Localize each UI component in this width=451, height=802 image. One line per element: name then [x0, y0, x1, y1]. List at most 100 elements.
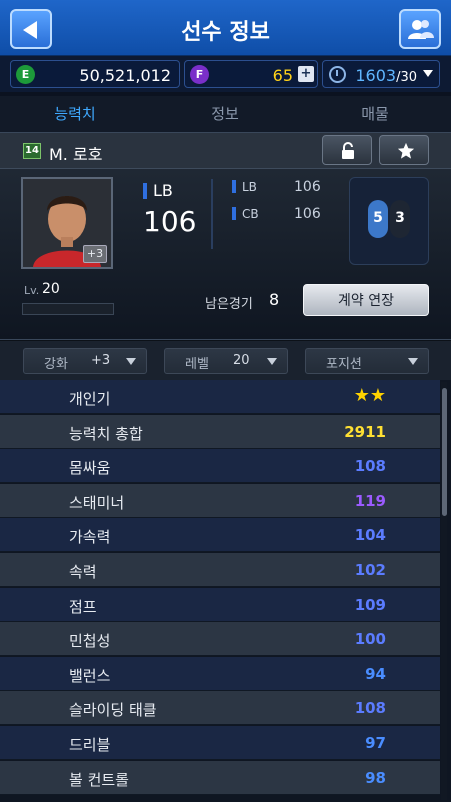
filter-bar: 강화 +3 레벨 20 포지션: [0, 340, 451, 380]
stat-value: 100: [354, 630, 386, 649]
level-value: 20: [42, 281, 60, 297]
stat-value: 119: [354, 491, 386, 510]
lock-button[interactable]: [322, 135, 372, 165]
e-currency-value: 50,521,012: [79, 66, 171, 85]
stat-name: 점프: [69, 597, 97, 616]
remaining-games-value: 8: [269, 290, 280, 309]
stat-row: 능력치 총합 2911: [0, 414, 440, 449]
position-color-bar: [143, 183, 147, 199]
stat-row: 드리블 97: [0, 726, 440, 760]
f-coin-icon: F: [190, 65, 209, 84]
chevron-down-icon: [408, 358, 418, 365]
e-coin-icon: E: [16, 65, 35, 84]
stat-row: 볼 컨트롤 98: [0, 760, 440, 795]
stat-name: 민첩성: [69, 632, 111, 651]
foot-ability-box: 5 3: [349, 177, 429, 265]
divider: [211, 179, 213, 249]
player-card-header: 14 M. 로호: [0, 133, 451, 169]
alt-position-1-value: 106: [294, 179, 321, 195]
stat-name: 드리블: [69, 736, 111, 754]
stat-name: 스태미너: [69, 493, 125, 512]
player-position: LB: [153, 181, 173, 200]
level-filter-label: 레벨: [185, 357, 209, 372]
stats-list[interactable]: 개인기 ★★ 능력치 총합 2911 몸싸움 108 스태미너 119 가속력 104 속력 102 점…: [0, 380, 451, 802]
tab-bar: 능력치 정보 매물: [0, 96, 451, 132]
remaining-games-label: 남은경기: [205, 297, 253, 312]
tab-market[interactable]: 매물: [300, 96, 450, 132]
scrollbar-thumb[interactable]: [442, 388, 447, 516]
stat-value: 102: [354, 561, 386, 579]
chevron-down-icon: [423, 70, 433, 77]
stat-row: 슬라이딩 태클 108: [0, 691, 440, 726]
position-filter[interactable]: 포지션: [305, 348, 429, 374]
level-progress-bar: [22, 303, 114, 315]
player-overall: 106: [143, 205, 197, 238]
stat-row: 속력 102: [0, 553, 440, 587]
stat-row: 개인기 ★★: [0, 380, 440, 414]
stat-name: 밸런스: [69, 666, 111, 685]
stat-row: 민첩성 100: [0, 622, 440, 657]
stat-value: 109: [354, 595, 386, 614]
favorite-button[interactable]: [379, 135, 429, 165]
alt-position-1: LB: [242, 180, 257, 194]
left-foot-icon: 5: [368, 200, 388, 238]
season-badge: 14: [23, 143, 41, 159]
player-card: 14 M. 로호 +3 LB 106 LB 106 CB 106 5 3 Lv.…: [0, 132, 451, 340]
stat-name: 개인기: [69, 390, 111, 408]
stat-row: 점프 109: [0, 587, 440, 622]
enhance-filter[interactable]: 강화 +3: [23, 348, 147, 374]
level-filter-value: 20: [233, 353, 250, 368]
left-foot-value: 5: [373, 210, 383, 226]
tab-info[interactable]: 정보: [150, 96, 300, 132]
enhance-filter-value: +3: [91, 353, 111, 368]
stat-value: 108: [354, 699, 386, 718]
enhance-filter-label: 강화: [44, 357, 68, 372]
level-filter[interactable]: 레벨 20: [164, 348, 288, 374]
stat-value: 97: [365, 734, 386, 752]
enhance-badge: +3: [83, 245, 107, 263]
chevron-down-icon: [267, 358, 277, 365]
alt-position-color-bar: [232, 180, 236, 193]
star-icon: [397, 142, 415, 159]
chevron-down-icon: [126, 358, 136, 365]
stat-name: 속력: [69, 563, 97, 581]
contract-extend-button[interactable]: 계약 연장: [303, 284, 429, 316]
stat-name: 슬라이딩 태클: [69, 701, 157, 720]
currency-bar: E 50,521,012 F 65 + 1603/30: [0, 56, 451, 92]
player-portrait: +3: [21, 177, 113, 269]
stat-name: 볼 컨트롤: [69, 770, 129, 789]
f-currency-value: 65: [272, 66, 293, 85]
stat-name: 가속력: [69, 528, 111, 547]
add-f-currency-button[interactable]: +: [298, 66, 314, 82]
alt-position-color-bar: [232, 207, 236, 220]
stat-value: ★★: [353, 385, 386, 406]
right-foot-icon: 3: [390, 200, 410, 238]
player-name: M. 로호: [49, 145, 103, 164]
friends-button[interactable]: [399, 9, 441, 49]
app-header: 선수 정보: [0, 0, 451, 56]
stat-value: 108: [354, 457, 386, 476]
energy-display[interactable]: 1603/30: [322, 60, 440, 88]
stat-name: 능력치 총합: [69, 424, 143, 443]
right-foot-value: 3: [395, 210, 405, 226]
f-currency: F 65 +: [184, 60, 318, 88]
stat-value: 94: [365, 664, 386, 683]
level-label: Lv.: [24, 284, 40, 297]
stat-row: 밸런스 94: [0, 656, 440, 691]
unlock-icon: [342, 142, 354, 159]
page-title: 선수 정보: [181, 20, 270, 45]
tab-abilities[interactable]: 능력치: [0, 96, 150, 132]
position-filter-label: 포지션: [326, 357, 362, 372]
clock-icon: [329, 66, 346, 83]
stat-value: 2911: [344, 422, 386, 441]
stat-value: 98: [365, 768, 386, 787]
stat-row: 몸싸움 108: [0, 449, 440, 484]
stat-row: 가속력 104: [0, 518, 440, 553]
stat-name: 몸싸움: [69, 459, 111, 478]
energy-value: 1603: [355, 66, 397, 85]
energy-max: /30: [396, 70, 417, 85]
e-currency: E 50,521,012: [10, 60, 180, 88]
stat-value: 104: [354, 526, 386, 545]
friends-icon: [408, 20, 434, 39]
alt-position-2-value: 106: [294, 206, 321, 222]
